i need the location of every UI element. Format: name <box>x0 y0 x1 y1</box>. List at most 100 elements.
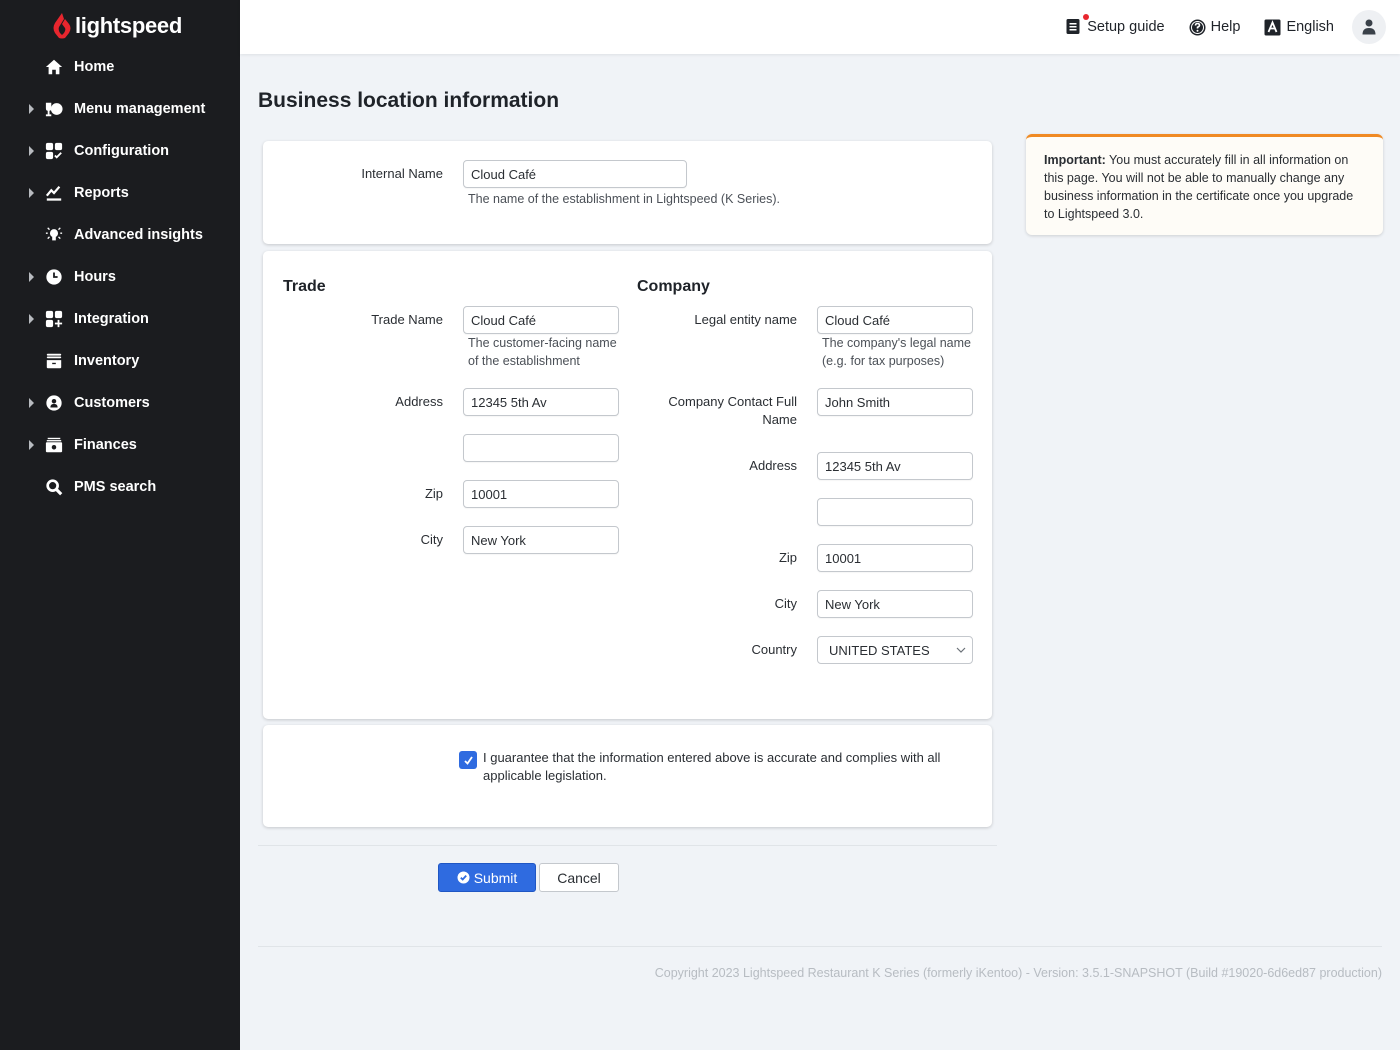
trade-address-line1-input[interactable] <box>463 388 619 416</box>
sidebar-nav: Home Menu management Configuration Repor… <box>0 46 240 508</box>
company-contact-input[interactable] <box>817 388 973 416</box>
company-city-label: City <box>774 596 797 611</box>
reports-icon <box>44 183 64 203</box>
trade-name-input[interactable] <box>463 306 619 334</box>
language-label: English <box>1286 19 1334 35</box>
expand-caret-icon[interactable] <box>29 398 34 408</box>
important-notice: Important: You must accurately fill in a… <box>1026 134 1383 235</box>
sidebar-item-hours[interactable]: Hours <box>0 256 240 298</box>
company-section-title: Company <box>637 278 710 295</box>
help-button[interactable]: Help <box>1189 19 1241 36</box>
notice-heading: Important: <box>1044 153 1106 167</box>
guarantee-checkbox[interactable] <box>459 751 477 769</box>
sidebar-item-label: PMS search <box>74 479 157 495</box>
trade-address-line2-input[interactable] <box>463 434 619 462</box>
user-avatar[interactable] <box>1352 10 1386 44</box>
expand-caret-icon[interactable] <box>29 146 34 156</box>
legal-entity-label: Legal entity name <box>694 312 797 327</box>
chevron-down-icon <box>956 647 966 653</box>
language-icon <box>1264 19 1281 35</box>
menu-management-icon <box>44 99 64 119</box>
expand-caret-icon[interactable] <box>29 188 34 198</box>
checkmark-icon <box>463 755 473 765</box>
customer-icon <box>44 393 64 413</box>
sidebar-item-label: Finances <box>74 437 137 453</box>
expand-caret-icon[interactable] <box>29 272 34 282</box>
lightbulb-icon <box>44 225 64 245</box>
sidebar-item-label: Advanced insights <box>74 227 203 243</box>
company-zip-input[interactable] <box>817 544 973 572</box>
trade-zip-label: Zip <box>424 486 443 501</box>
expand-caret-icon[interactable] <box>29 104 34 114</box>
sidebar-item-label: Inventory <box>74 353 140 369</box>
sidebar-item-label: Hours <box>74 269 116 285</box>
legal-entity-input[interactable] <box>817 306 973 334</box>
company-city-input[interactable] <box>817 590 973 618</box>
guarantee-label[interactable]: I guarantee that the information entered… <box>483 749 953 785</box>
sidebar-item-label: Customers <box>74 395 150 411</box>
company-zip-label: Zip <box>778 550 797 565</box>
expand-caret-icon[interactable] <box>29 314 34 324</box>
sidebar-item-label: Configuration <box>74 143 170 159</box>
sidebar-item-label: Reports <box>74 185 129 201</box>
trade-name-label: Trade Name <box>371 312 443 327</box>
clipboard-icon <box>1065 13 1090 38</box>
setup-guide-button[interactable]: Setup guide <box>1065 13 1165 38</box>
user-icon <box>1362 19 1376 35</box>
trade-section-title: Trade <box>283 278 326 295</box>
country-select[interactable]: UNITED STATES <box>817 636 973 664</box>
sidebar: lightspeed Home Menu management Configur… <box>0 0 240 1050</box>
brand-name: lightspeed <box>75 13 183 38</box>
trade-city-label: City <box>420 532 443 547</box>
expand-caret-icon[interactable] <box>29 440 34 450</box>
company-contact-label: Company Contact Full Name <box>668 394 797 427</box>
top-bar: Setup guide Help English <box>240 0 1400 54</box>
help-label: Help <box>1210 19 1241 35</box>
trade-name-help: The customer-facing name of the establis… <box>468 336 617 368</box>
country-selected-value: UNITED STATES <box>829 642 930 658</box>
sidebar-item-label: Home <box>74 59 115 75</box>
sidebar-item-inventory[interactable]: Inventory <box>0 340 240 382</box>
sidebar-item-integration[interactable]: Integration <box>0 298 240 340</box>
check-circle-icon <box>457 871 470 884</box>
brand-logo[interactable]: lightspeed <box>53 11 182 41</box>
country-label: Country <box>751 642 797 657</box>
cancel-button[interactable]: Cancel <box>539 863 619 892</box>
sidebar-item-home[interactable]: Home <box>0 46 240 88</box>
form-divider <box>258 845 997 846</box>
sidebar-item-label: Integration <box>74 311 149 327</box>
sidebar-item-pms-search[interactable]: PMS search <box>0 466 240 508</box>
sidebar-item-advanced-insights[interactable]: Advanced insights <box>0 214 240 256</box>
integration-icon <box>44 309 64 329</box>
language-selector[interactable]: English <box>1264 19 1334 36</box>
home-icon <box>44 57 64 77</box>
trade-zip-input[interactable] <box>463 480 619 508</box>
sidebar-item-configuration[interactable]: Configuration <box>0 130 240 172</box>
inventory-icon <box>44 351 64 371</box>
notification-dot <box>1083 13 1090 20</box>
configuration-icon <box>44 141 64 161</box>
help-icon <box>1189 19 1206 35</box>
cancel-label: Cancel <box>557 869 601 886</box>
top-bar-actions: Setup guide Help English <box>1041 0 1386 54</box>
trade-city-input[interactable] <box>463 526 619 554</box>
finances-icon <box>44 435 64 455</box>
submit-button[interactable]: Submit <box>438 863 536 892</box>
legal-entity-help: The company's legal name (e.g. for tax p… <box>822 336 971 368</box>
sidebar-item-finances[interactable]: Finances <box>0 424 240 466</box>
lightspeed-flame-icon <box>53 13 71 39</box>
company-address-line2-input[interactable] <box>817 498 973 526</box>
internal-name-input[interactable] <box>463 160 687 188</box>
internal-name-help: The name of the establishment in Lightsp… <box>468 192 780 206</box>
footer-divider <box>258 946 1382 947</box>
sidebar-item-menu-management[interactable]: Menu management <box>0 88 240 130</box>
search-icon <box>44 477 64 497</box>
company-address-label: Address <box>749 458 797 473</box>
sidebar-item-customers[interactable]: Customers <box>0 382 240 424</box>
footer-copyright: Copyright 2023 Lightspeed Restaurant K S… <box>654 966 1382 980</box>
clock-icon <box>44 267 64 287</box>
sidebar-item-reports[interactable]: Reports <box>0 172 240 214</box>
company-address-line1-input[interactable] <box>817 452 973 480</box>
page-title: Business location information <box>258 89 560 112</box>
setup-guide-label: Setup guide <box>1087 19 1165 35</box>
